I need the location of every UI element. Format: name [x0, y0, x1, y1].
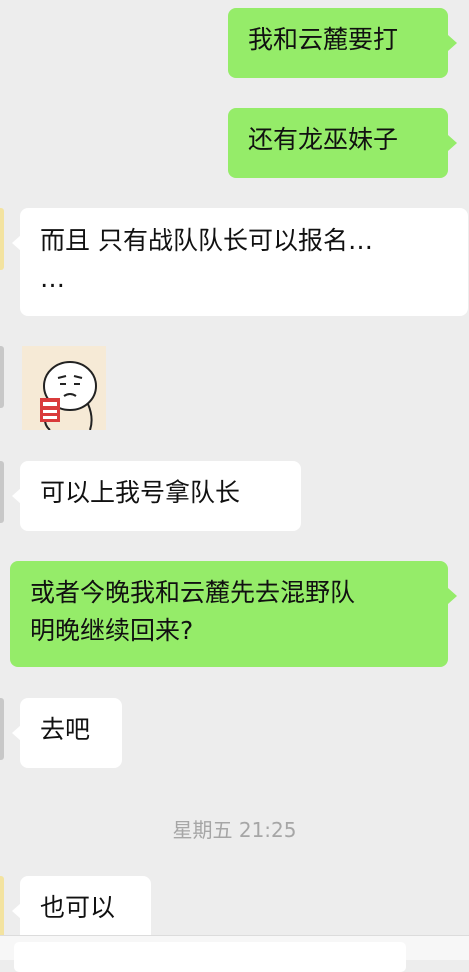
message-bubble-incoming[interactable]: 可以上我号拿队长 [20, 461, 301, 531]
message-text: 去吧 [40, 715, 91, 744]
message-bubble-incoming[interactable]: 而且 只有战队队长可以报名… … [20, 208, 468, 316]
message-input[interactable] [14, 942, 406, 972]
message-bubble-outgoing[interactable]: 我和云麓要打 [228, 8, 448, 78]
meme-face-icon [22, 346, 106, 431]
avatar[interactable] [0, 698, 4, 760]
message-text-line: … [40, 264, 65, 293]
message-text: 还有龙巫妹子 [248, 125, 399, 154]
chat-timestamp: 星期五 21:25 [172, 818, 297, 842]
message-text-line: 而且 只有战队队长可以报名… [40, 226, 373, 255]
message-bubble-outgoing[interactable]: 还有龙巫妹子 [228, 108, 448, 178]
message-bubble-incoming[interactable]: 去吧 [20, 698, 122, 768]
sticker-image[interactable] [22, 346, 106, 431]
avatar[interactable] [0, 876, 4, 938]
message-text: 也可以 [40, 893, 116, 922]
avatar[interactable] [0, 208, 4, 270]
avatar[interactable] [0, 461, 4, 523]
message-text: 我和云麓要打 [248, 25, 399, 54]
avatar[interactable] [0, 346, 4, 408]
bubble-tail [448, 588, 457, 604]
message-text: 可以上我号拿队长 [40, 478, 241, 507]
message-text-line: 或者今晚我和云麓先去混野队 [30, 578, 356, 607]
bubble-tail [448, 135, 457, 151]
message-bubble-outgoing[interactable]: 或者今晚我和云麓先去混野队 明晚继续回来? [10, 561, 448, 667]
message-text-line: 明晚继续回来? [30, 616, 194, 645]
bubble-tail [448, 35, 457, 51]
input-bar [0, 935, 469, 972]
